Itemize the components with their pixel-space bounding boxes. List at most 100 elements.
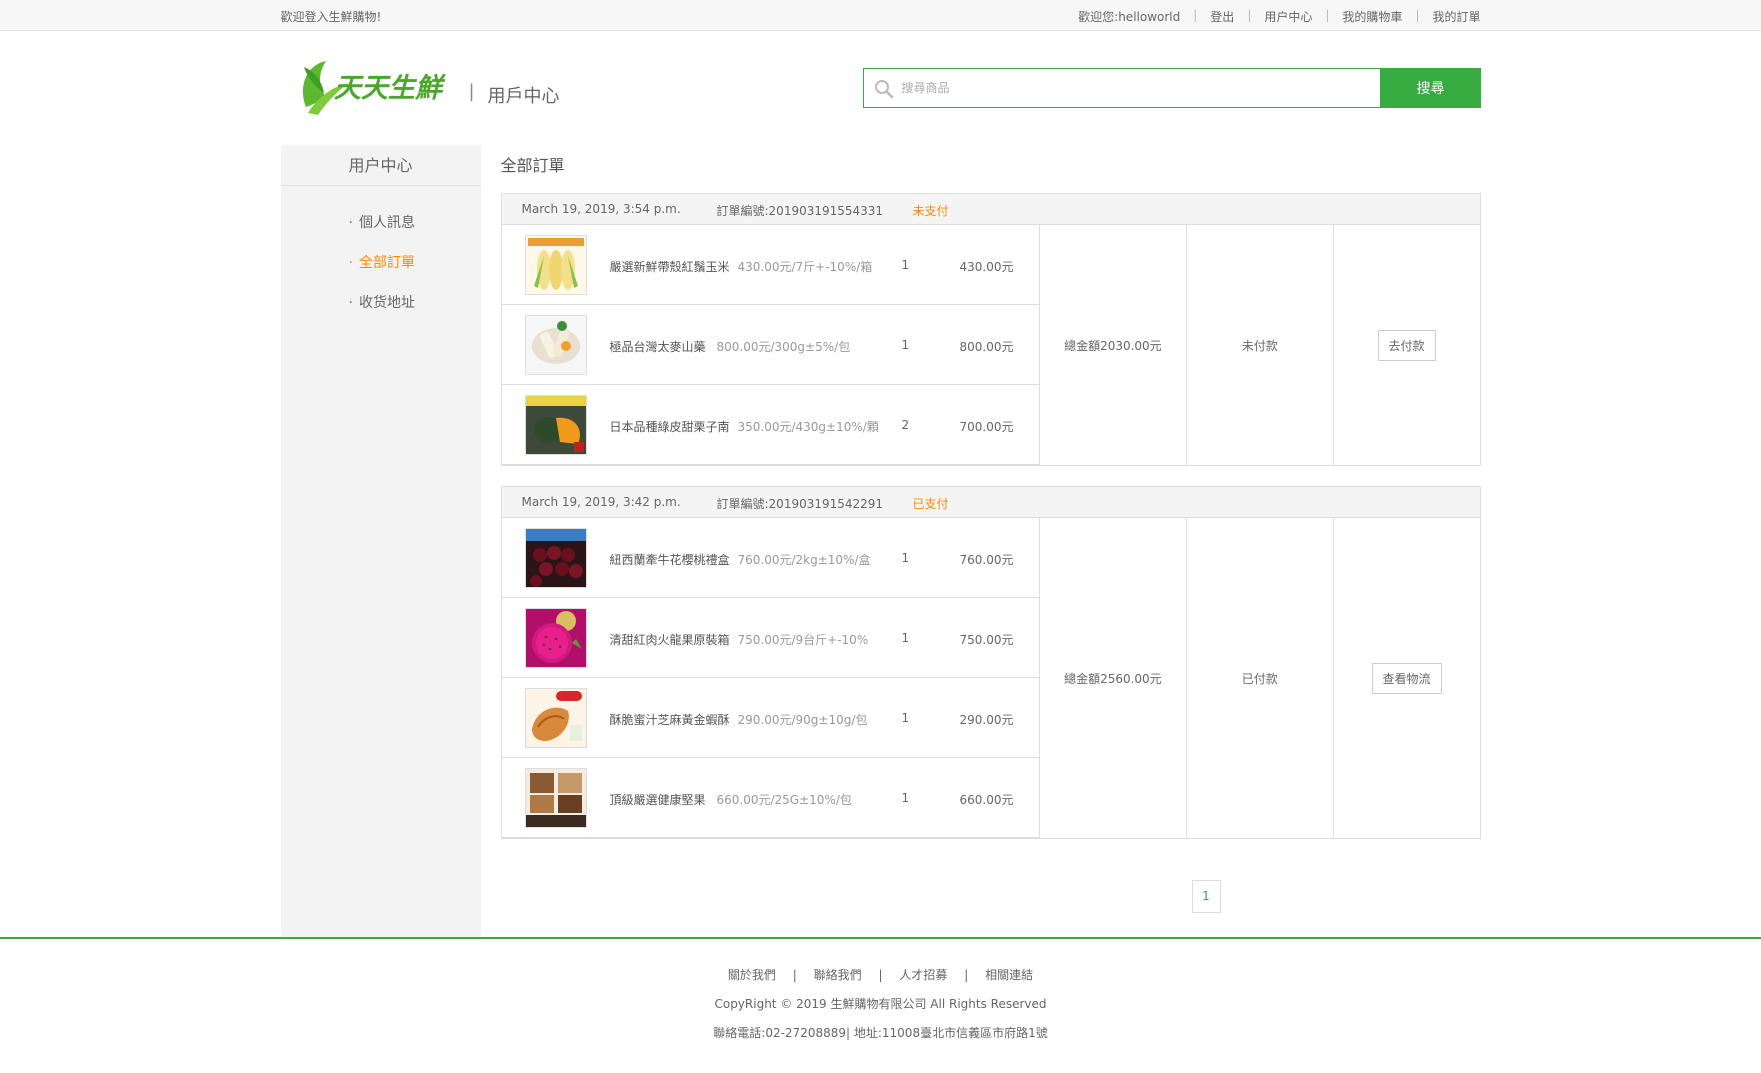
order-date: March 19, 2019, 3:42 p.m. (521, 495, 681, 509)
section-title: 全部訂單 (500, 156, 565, 175)
brand-logo[interactable]: 天天生鮮 (296, 57, 448, 121)
main-area: 用户中心 · 個人訊息 · 全部訂單 · 收货地址 全部訂單 March 19, 20… (280, 145, 1481, 937)
divider: | (1193, 8, 1198, 22)
order-number-label: 訂單編號: (716, 497, 769, 511)
product-price: 760.00元/2kg±10%/盒 (737, 553, 871, 567)
goods-row: 嚴選新鮮帶殼紅鬚玉米 430.00元/7斤+-10%/箱 1 430.00元 (501, 225, 1039, 305)
product-price: 800.00元/300g±5%/包 (716, 340, 851, 354)
sidebar-item-label: 收货地址 (358, 295, 415, 311)
sidebar-item-label: 個人訊息 (358, 215, 415, 231)
product-name[interactable]: 清甜紅肉火龍果原裝箱 (610, 631, 730, 648)
order-total: 總金額2560.00元 (1064, 671, 1162, 686)
goods-row: 日本品種綠皮甜栗子南 350.00元/430g±10%/顆 2 700.00元 (501, 385, 1039, 465)
order-total: 總金額2030.00元 (1064, 338, 1162, 353)
order-total-cell: 總金額2560.00元 (1040, 518, 1187, 838)
search-button[interactable]: 搜尋 (1380, 68, 1481, 108)
product-name[interactable]: 酥脆蜜汁芝麻黃金蝦酥 (610, 711, 730, 728)
goods-row: 酥脆蜜汁芝麻黃金蝦酥 290.00元/90g±10g/包 1 290.00元 (501, 678, 1039, 758)
product-quantity: 1 (901, 791, 910, 805)
search-icon (874, 80, 893, 99)
goods-row: 頂級嚴選健康堅果 660.00元/25G±10%/包 1 660.00元 (501, 758, 1039, 838)
sidebar-title: 用户中心 (280, 145, 481, 186)
order-total-cell: 總金額2030.00元 (1040, 225, 1187, 465)
product-subtotal: 660.00元 (959, 793, 1014, 807)
sidebar-item-all-orders[interactable]: · 全部訂單 (349, 243, 481, 283)
product-image-yam[interactable] (524, 315, 587, 375)
product-name[interactable]: 紐西蘭牽牛花櫻桃禮盒 (610, 551, 730, 568)
top-bar: 歡迎登入生鮮購物! 歡迎您: helloworld | 登出 | 用户中心 | … (0, 0, 1761, 31)
product-price: 290.00元/90g±10g/包 (737, 713, 868, 727)
footer-links: 關於我們 | 聯絡我們 | 人才招募 | 相關連結 (0, 966, 1761, 983)
copyright-text: CopyRight © 2019 生鮮購物有限公司 All Rights Res… (714, 997, 1047, 1011)
bullet: · (348, 295, 353, 311)
product-price: 660.00元/25G±10%/包 (716, 793, 852, 807)
product-price: 750.00元/9台斤+-10% (737, 633, 869, 647)
product-quantity: 1 (901, 631, 910, 645)
logout-link[interactable]: 登出 (1210, 8, 1234, 25)
product-price: 430.00元/7斤+-10%/箱 (737, 260, 873, 274)
logo-text: 天天生鮮 (334, 73, 446, 104)
sidebar: 用户中心 · 個人訊息 · 全部訂單 · 收货地址 (280, 145, 481, 937)
user-center-link[interactable]: 用户中心 (1264, 8, 1312, 25)
product-image-shrimp[interactable] (524, 688, 587, 748)
footer-divider: | (878, 968, 883, 982)
order-number: 訂單編號:201903191542291 (717, 495, 884, 512)
order-body: 紐西蘭牽牛花櫻桃禮盒 760.00元/2kg±10%/盒 1 760.00元 清… (501, 518, 1480, 838)
product-name[interactable]: 頂級嚴選健康堅果 (610, 791, 706, 808)
search-box (862, 68, 1381, 108)
pay-button[interactable]: 去付款 (1377, 329, 1436, 361)
order-number-value: 201903191554331 (768, 204, 884, 218)
product-quantity: 1 (901, 258, 910, 272)
footer: 關於我們 | 聯絡我們 | 人才招募 | 相關連結 CopyRight © 20… (0, 937, 1761, 1072)
search-input[interactable] (899, 76, 1360, 100)
contact-info: 聯絡電話:02-27208889| 地址:11008臺北市信義區市府路1號 (713, 1026, 1048, 1040)
product-quantity: 1 (901, 711, 910, 725)
order-number: 訂單編號:201903191554331 (717, 202, 884, 219)
footer-link-about[interactable]: 關於我們 (728, 968, 776, 982)
footer-link-contact[interactable]: 聯絡我們 (814, 968, 862, 982)
product-image-corn[interactable] (524, 235, 587, 295)
product-subtotal: 750.00元 (959, 633, 1014, 647)
product-name[interactable]: 日本品種綠皮甜栗子南 (610, 418, 730, 435)
sidebar-item-address[interactable]: · 收货地址 (349, 283, 481, 323)
footer-divider: | (792, 968, 797, 982)
product-image-cherry[interactable] (524, 528, 587, 588)
goods-row: 清甜紅肉火龍果原裝箱 750.00元/9台斤+-10% 1 750.00元 (501, 598, 1039, 678)
orders-link[interactable]: 我的訂單 (1432, 8, 1480, 25)
product-name[interactable]: 極品台灣太麥山藥 (610, 338, 706, 355)
cart-link[interactable]: 我的購物車 (1342, 8, 1402, 25)
product-name[interactable]: 嚴選新鮮帶殼紅鬚玉米 (610, 258, 730, 275)
goods-list: 嚴選新鮮帶殼紅鬚玉米 430.00元/7斤+-10%/箱 1 430.00元 極… (501, 225, 1040, 465)
page-title: 用戶中心 (487, 86, 560, 107)
goods-row: 極品台灣太麥山藥 800.00元/300g±5%/包 1 800.00元 (501, 305, 1039, 385)
footer-link-careers[interactable]: 人才招募 (899, 968, 947, 982)
product-quantity: 2 (901, 418, 910, 432)
sidebar-item-profile[interactable]: · 個人訊息 (349, 203, 481, 243)
view-logistics-button[interactable]: 查看物流 (1371, 662, 1442, 694)
page-number-button[interactable]: 1 (1191, 880, 1221, 913)
footer-divider: | (964, 968, 969, 982)
order-header: March 19, 2019, 3:42 p.m. 訂單編號:201903191… (501, 487, 1480, 518)
product-image-dragonfruit[interactable] (524, 608, 587, 668)
bullet: · (348, 215, 353, 231)
pay-status-cell: 已付款 (1187, 518, 1334, 838)
order-card: March 19, 2019, 3:42 p.m. 訂單編號:201903191… (500, 486, 1481, 839)
product-quantity: 1 (901, 551, 910, 565)
footer-link-related[interactable]: 相關連結 (985, 968, 1033, 982)
header-divider: | (468, 81, 475, 102)
product-subtotal: 700.00元 (959, 420, 1014, 434)
order-header: March 19, 2019, 3:54 p.m. 訂單編號:201903191… (501, 194, 1480, 225)
greeting-label: 歡迎您: (1078, 10, 1119, 24)
bullet: · (348, 255, 353, 271)
pay-status-cell: 未付款 (1187, 225, 1334, 465)
divider: | (1247, 8, 1252, 22)
sidebar-item-label: 全部訂單 (358, 255, 415, 271)
goods-list: 紐西蘭牽牛花櫻桃禮盒 760.00元/2kg±10%/盒 1 760.00元 清… (501, 518, 1040, 838)
goods-row: 紐西蘭牽牛花櫻桃禮盒 760.00元/2kg±10%/盒 1 760.00元 (501, 518, 1039, 598)
sidebar-menu: · 個人訊息 · 全部訂單 · 收货地址 (281, 186, 481, 323)
product-image-pumpkin[interactable] (524, 395, 587, 455)
product-image-nuts[interactable] (524, 768, 587, 828)
order-status: 已支付 (912, 497, 949, 511)
order-number-value: 201903191542291 (768, 497, 884, 511)
product-quantity: 1 (901, 338, 910, 352)
